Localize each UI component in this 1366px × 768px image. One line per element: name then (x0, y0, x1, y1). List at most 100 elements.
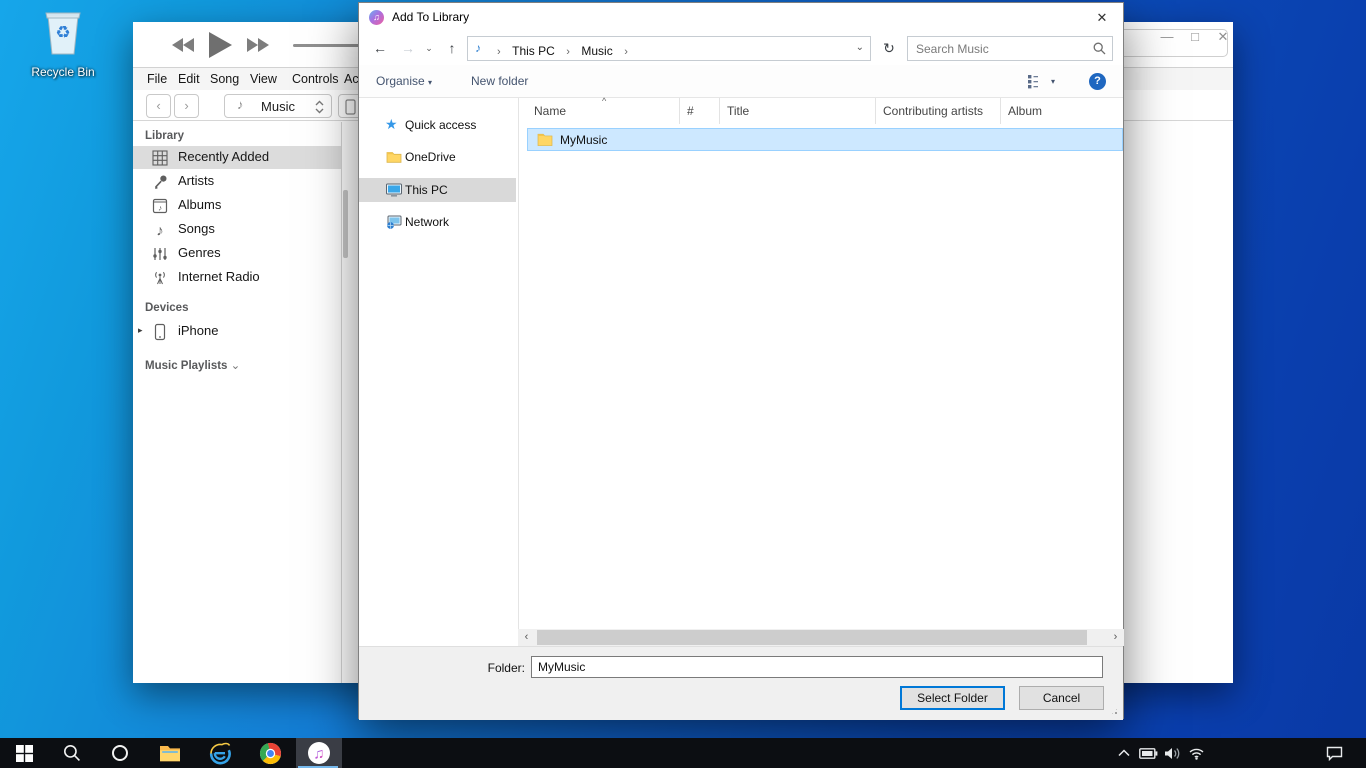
view-mode-dropdown-icon[interactable]: ▾ (1051, 65, 1055, 98)
breadcrumb-this-pc[interactable]: This PC (512, 44, 555, 58)
help-button[interactable]: ? (1089, 73, 1106, 90)
cancel-button[interactable]: Cancel (1019, 686, 1104, 710)
cortana-icon (111, 744, 129, 762)
column-name[interactable]: Name (521, 98, 680, 124)
sidebar-item-songs[interactable]: ♪ Songs (133, 218, 341, 241)
itunes-back-button[interactable]: ‹ (146, 94, 171, 118)
recycle-bin-label: Recycle Bin (24, 65, 102, 79)
sidebar-item-iphone[interactable]: ▸ iPhone (133, 320, 341, 343)
scroll-right-icon[interactable]: › (1107, 629, 1124, 646)
play-button[interactable] (207, 31, 233, 59)
dialog-body: ★ Quick access OneDrive This PC (359, 98, 1123, 629)
dialog-close-button[interactable]: ✕ (1089, 3, 1115, 32)
search-input[interactable] (908, 37, 1088, 60)
recycle-bin[interactable]: ♻ Recycle Bin (24, 8, 102, 79)
itunes-maximize-button[interactable]: □ (1183, 24, 1207, 50)
address-bar[interactable]: ♪ › This PC › Music › ⌄ (467, 36, 871, 61)
folder-label: Folder: (475, 661, 525, 675)
rewind-button[interactable] (172, 37, 196, 53)
recent-locations-dropdown[interactable]: ⌄ (421, 32, 437, 65)
grid-icon (151, 149, 169, 167)
dialog-footer: Folder: Select Folder Cancel (359, 646, 1123, 720)
windows-logo-icon (16, 745, 33, 762)
forward-button[interactable]: → (397, 32, 419, 65)
sidebar-item-genres[interactable]: Genres (133, 242, 341, 265)
onedrive-folder-icon (385, 148, 403, 166)
menu-edit[interactable]: Edit (178, 68, 200, 91)
disclosure-icon[interactable]: ▸ (138, 325, 143, 336)
search-icon (63, 744, 81, 762)
menu-song[interactable]: Song (210, 68, 239, 91)
scrollbar-thumb[interactable] (537, 630, 1087, 645)
refresh-button[interactable]: ↻ (879, 32, 899, 65)
folder-name-input[interactable] (531, 656, 1103, 678)
tray-wifi[interactable] (1184, 738, 1208, 768)
itunes-close-button[interactable]: ✕ (1211, 24, 1235, 50)
action-center-button[interactable] (1322, 738, 1346, 768)
up-button[interactable]: ↑ (441, 32, 463, 65)
column-number[interactable]: # (680, 98, 720, 124)
menu-controls[interactable]: Controls (292, 68, 339, 91)
iphone-icon (151, 323, 169, 341)
microphone-icon (151, 173, 169, 191)
library-header: Library (145, 130, 184, 142)
chrome-icon (259, 742, 282, 765)
chrome-button[interactable] (248, 738, 292, 768)
search-box[interactable] (907, 36, 1113, 61)
itunes-forward-button[interactable]: › (174, 94, 199, 118)
sidebar-item-internet-radio[interactable]: Internet Radio (133, 266, 341, 289)
nav-item-this-pc[interactable]: This PC (359, 178, 516, 202)
file-explorer-button[interactable] (148, 738, 192, 768)
nav-item-quick-access[interactable]: ★ Quick access (359, 114, 516, 136)
tray-volume[interactable] (1160, 738, 1184, 768)
sidebar-item-recently-added[interactable]: Recently Added (133, 146, 341, 169)
nav-item-onedrive[interactable]: OneDrive (359, 146, 516, 168)
menu-view[interactable]: View (250, 68, 277, 91)
fast-forward-button[interactable] (245, 37, 269, 53)
wifi-icon (1188, 747, 1205, 760)
view-mode-icon[interactable] (1027, 74, 1044, 89)
sidebar-item-albums[interactable]: ♪ Albums (133, 194, 341, 217)
new-folder-button[interactable]: New folder (471, 65, 528, 98)
dialog-titlebar[interactable]: ♫ Add To Library ✕ (359, 3, 1123, 32)
select-folder-button[interactable]: Select Folder (900, 686, 1005, 710)
nav-item-network[interactable]: Network (359, 211, 516, 233)
media-kind-dropdown[interactable]: ♪ Music (224, 94, 332, 118)
address-dropdown-icon[interactable]: ⌄ (856, 42, 864, 53)
column-contributing-artists[interactable]: Contributing artists (876, 98, 1001, 124)
cortana-button[interactable] (98, 738, 142, 768)
svg-text:♪: ♪ (156, 223, 164, 240)
resize-grip[interactable] (1110, 707, 1119, 716)
sidebar-scrollbar-thumb[interactable] (343, 190, 348, 258)
svg-text:♫: ♫ (313, 746, 324, 763)
menu-file[interactable]: File (147, 68, 167, 91)
music-playlists-header[interactable]: Music Playlists ⌄ (145, 358, 240, 372)
dialog-address-row: ← → ⌄ ↑ ♪ › This PC › Music › ⌄ ↻ (359, 32, 1123, 65)
chevron-down-icon: ⌄ (231, 360, 241, 372)
speaker-icon (1164, 747, 1181, 760)
horizontal-scrollbar[interactable]: ‹ › (518, 629, 1124, 646)
itunes-minimize-button[interactable]: — (1155, 24, 1179, 50)
sidebar-item-artists[interactable]: Artists (133, 170, 341, 193)
iphone-icon (345, 99, 356, 115)
internet-explorer-button[interactable] (198, 738, 242, 768)
taskbar-search-button[interactable] (50, 738, 94, 768)
internet-explorer-icon (208, 741, 232, 765)
column-title[interactable]: Title (720, 98, 876, 124)
organise-button[interactable]: Organise ▾ (376, 65, 432, 98)
column-album[interactable]: Album (1001, 98, 1123, 124)
start-button[interactable] (2, 738, 46, 768)
back-button[interactable]: ← (369, 32, 391, 65)
radio-tower-icon (151, 269, 169, 287)
breadcrumb-separator: › (617, 46, 635, 58)
scroll-left-icon[interactable]: ‹ (518, 629, 535, 646)
folder-icon (537, 132, 553, 146)
devices-header: Devices (145, 302, 188, 314)
breadcrumb-music[interactable]: Music (581, 44, 612, 58)
tray-show-hidden-icons[interactable] (1112, 738, 1136, 768)
tray-battery[interactable] (1136, 738, 1160, 768)
itunes-taskbar-button[interactable]: ♫ (296, 738, 342, 768)
itunes-icon: ♫ (307, 741, 331, 765)
column-header-row: ^ Name # Title Contributing artists Albu… (521, 98, 1123, 124)
file-row-mymusic[interactable]: MyMusic (527, 128, 1123, 151)
